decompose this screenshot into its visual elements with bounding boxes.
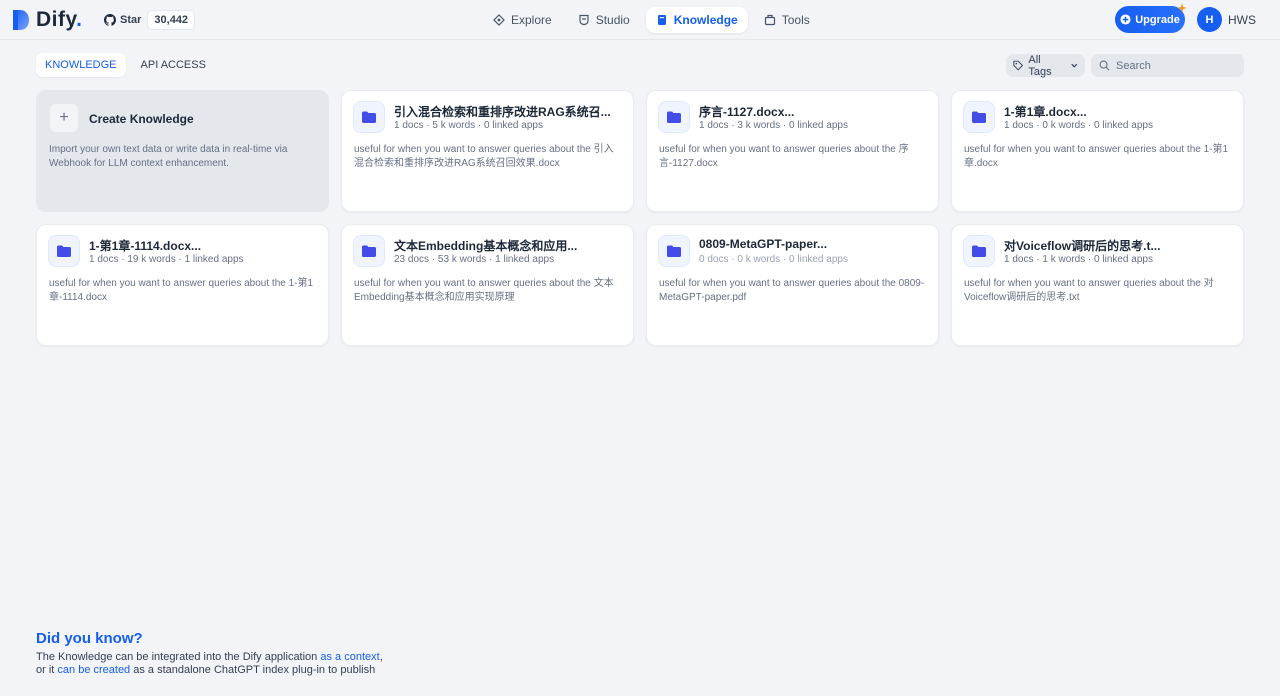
dataset-card[interactable]: 0809-MetaGPT-paper... 0 docs · 0 k words… bbox=[646, 224, 939, 346]
plus-icon: + bbox=[49, 103, 79, 133]
dyk-text: or it bbox=[36, 664, 58, 676]
dataset-card[interactable]: 序言-1127.docx... 1 docs · 3 k words · 0 l… bbox=[646, 90, 939, 212]
dataset-card[interactable]: 对Voiceflow调研后的思考.t... 1 docs · 1 k words… bbox=[951, 224, 1244, 346]
toolbox-icon bbox=[764, 14, 775, 26]
dify-logo-icon bbox=[13, 10, 29, 30]
dataset-desc: useful for when you want to answer queri… bbox=[964, 144, 1229, 169]
dataset-meta: 1 docs · 3 k words · 0 linked apps bbox=[699, 120, 848, 131]
folder-icon bbox=[48, 235, 80, 267]
nav-tools[interactable]: Tools bbox=[754, 7, 820, 33]
nav-studio-label: Studio bbox=[595, 13, 630, 27]
nav-knowledge-label: Knowledge bbox=[673, 13, 738, 27]
github-star-label: Star bbox=[120, 14, 142, 26]
main-nav: Explore Studio Knowledge Tools bbox=[483, 7, 820, 33]
folder-icon bbox=[658, 235, 690, 267]
nav-explore-label: Explore bbox=[511, 13, 552, 27]
did-you-know: Did you know? The Knowledge can be integ… bbox=[36, 630, 383, 677]
book-icon bbox=[657, 15, 666, 25]
dyk-text: as a standalone ChatGPT index plug-in to… bbox=[130, 664, 376, 676]
compass-icon bbox=[493, 14, 505, 26]
folder-icon bbox=[963, 101, 995, 133]
tags-filter-label: All Tags bbox=[1028, 53, 1052, 78]
folder-icon bbox=[353, 101, 385, 133]
dataset-title: 文本Embedding基本概念和应用... bbox=[394, 239, 578, 253]
dataset-meta: 1 docs · 0 k words · 0 linked apps bbox=[1004, 120, 1153, 131]
search-box bbox=[1091, 54, 1244, 77]
dataset-meta: 0 docs · 0 k words · 0 linked apps bbox=[699, 254, 848, 265]
brand-name: Dify bbox=[36, 8, 77, 31]
nav-knowledge[interactable]: Knowledge bbox=[645, 7, 748, 33]
did-you-know-title: Did you know? bbox=[36, 630, 143, 647]
user-menu[interactable]: H HWS bbox=[1197, 7, 1256, 32]
did-you-know-line-1: The Knowledge can be integrated into the… bbox=[36, 651, 383, 664]
nav-studio[interactable]: Studio bbox=[568, 7, 640, 33]
create-knowledge-title: Create Knowledge bbox=[89, 112, 194, 126]
chevron-down-icon bbox=[1070, 63, 1077, 68]
search-input[interactable] bbox=[1116, 59, 1236, 72]
dataset-card[interactable]: 1-第1章.docx... 1 docs · 0 k words · 0 lin… bbox=[951, 90, 1244, 212]
dataset-desc: useful for when you want to answer queri… bbox=[659, 144, 909, 169]
sparkle-icon bbox=[1177, 3, 1187, 13]
brand-dot: . bbox=[76, 8, 83, 31]
dataset-title: 引入混合检索和重排序改进RAG系统召... bbox=[394, 105, 611, 119]
dataset-title: 对Voiceflow调研后的思考.t... bbox=[1004, 239, 1161, 253]
as-a-context-link[interactable]: as a context bbox=[320, 651, 379, 663]
create-knowledge-card[interactable]: + Create Knowledge Import your own text … bbox=[36, 90, 329, 212]
dataset-title: 1-第1章.docx... bbox=[1004, 105, 1087, 119]
tag-icon bbox=[1013, 60, 1024, 71]
dataset-meta: 1 docs · 19 k words · 1 linked apps bbox=[89, 254, 244, 265]
dataset-meta: 1 docs · 1 k words · 0 linked apps bbox=[1004, 254, 1153, 265]
studio-icon bbox=[579, 14, 589, 26]
search-icon bbox=[1099, 60, 1110, 71]
dataset-desc: useful for when you want to answer queri… bbox=[354, 278, 614, 303]
folder-icon bbox=[963, 235, 995, 267]
dataset-title: 1-第1章-1114.docx... bbox=[89, 239, 202, 253]
dataset-card[interactable]: 引入混合检索和重排序改进RAG系统召... 1 docs · 5 k words… bbox=[341, 90, 634, 212]
dataset-meta: 23 docs · 53 k words · 1 linked apps bbox=[394, 254, 555, 265]
github-star-widget[interactable]: Star 30,442 bbox=[100, 9, 196, 31]
dataset-card[interactable]: 文本Embedding基本概念和应用... 23 docs · 53 k wor… bbox=[341, 224, 634, 346]
upgrade-button[interactable]: Upgrade bbox=[1115, 3, 1187, 33]
can-be-created-link[interactable]: can be created bbox=[57, 664, 130, 676]
tags-filter-dropdown[interactable]: All Tags bbox=[1006, 53, 1085, 78]
dataset-desc: useful for when you want to answer queri… bbox=[49, 278, 314, 303]
dataset-title: 0809-MetaGPT-paper... bbox=[699, 237, 828, 251]
upgrade-label: Upgrade bbox=[1135, 13, 1180, 26]
knowledge-tabs: KNOWLEDGE API ACCESS bbox=[36, 53, 215, 77]
github-icon bbox=[104, 14, 116, 26]
dataset-desc: useful for when you want to answer queri… bbox=[659, 278, 925, 303]
tab-api-access[interactable]: API ACCESS bbox=[132, 53, 215, 77]
top-header: Dify. Star 30,442 Explore Studio Knowled… bbox=[0, 0, 1280, 40]
create-knowledge-desc: Import your own text data or write data … bbox=[49, 144, 288, 169]
upgrade-icon bbox=[1120, 14, 1131, 25]
did-you-know-line-2: or it can be created as a standalone Cha… bbox=[36, 664, 383, 677]
dyk-text: , bbox=[379, 651, 383, 663]
dataset-title: 序言-1127.docx... bbox=[699, 105, 795, 119]
github-star-count: 30,442 bbox=[147, 10, 196, 30]
dyk-text: The Knowledge can be integrated into the… bbox=[36, 651, 321, 663]
folder-icon bbox=[658, 101, 690, 133]
dataset-card[interactable]: 1-第1章-1114.docx... 1 docs · 19 k words ·… bbox=[36, 224, 329, 346]
tab-knowledge[interactable]: KNOWLEDGE bbox=[36, 53, 126, 77]
dataset-meta: 1 docs · 5 k words · 0 linked apps bbox=[394, 120, 543, 131]
nav-explore[interactable]: Explore bbox=[483, 7, 562, 33]
folder-icon bbox=[353, 235, 385, 267]
avatar: H bbox=[1197, 7, 1222, 32]
dify-logo[interactable]: Dify. bbox=[12, 8, 82, 32]
user-name: HWS bbox=[1228, 12, 1256, 27]
dataset-desc: useful for when you want to answer queri… bbox=[964, 278, 1214, 303]
dataset-desc: useful for when you want to answer queri… bbox=[354, 144, 614, 169]
nav-tools-label: Tools bbox=[781, 13, 810, 27]
